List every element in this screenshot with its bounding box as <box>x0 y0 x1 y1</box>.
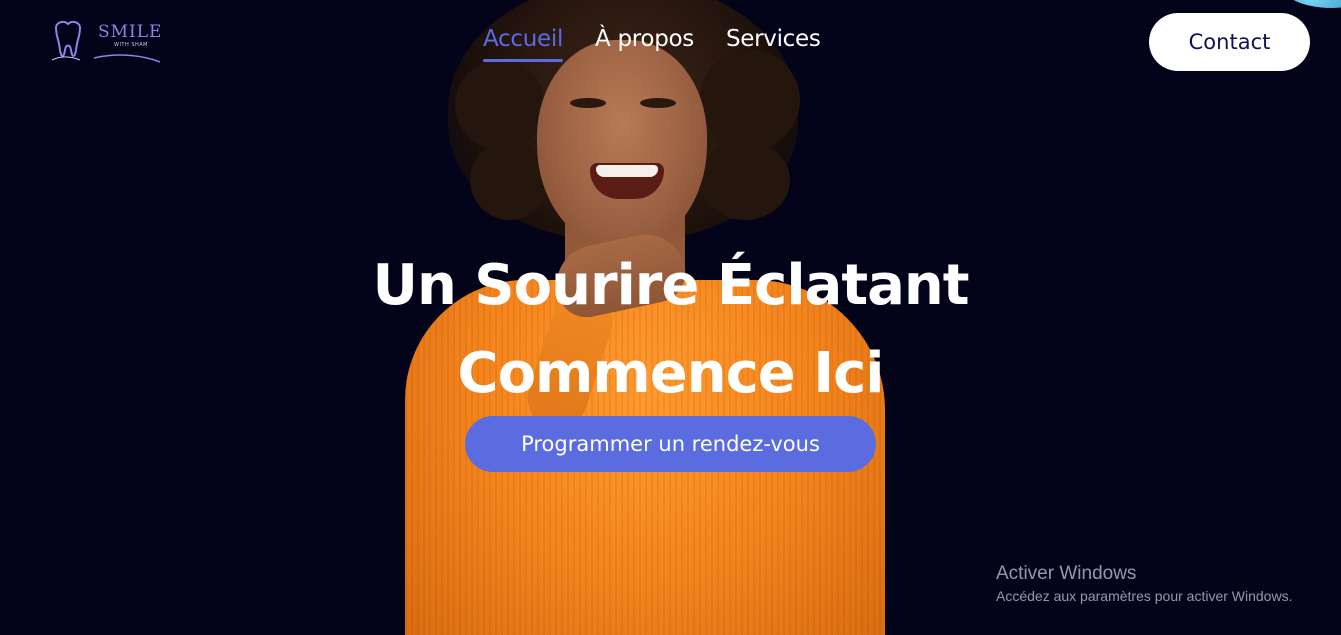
teeth <box>596 165 658 177</box>
right-eye <box>640 98 676 108</box>
logo-wordmark: SMILE <box>98 22 163 42</box>
hero-title-line1: Un Sourire Éclatant <box>372 253 969 318</box>
windows-activation-title: Activer Windows <box>996 563 1137 584</box>
hair-curl <box>700 140 790 220</box>
main-nav: Accueil À propos Services <box>483 26 821 62</box>
logo-tagline: WITH SHAM <box>114 42 148 48</box>
hair-curl <box>700 50 800 150</box>
hero-title: Un Sourire Éclatant Commence Ici <box>300 242 1041 418</box>
nav-link-services[interactable]: Services <box>726 26 821 62</box>
contact-button[interactable]: Contact <box>1149 13 1310 71</box>
nav-link-accueil[interactable]: Accueil <box>483 26 563 62</box>
face-shape <box>537 40 707 250</box>
book-appointment-button[interactable]: Programmer un rendez-vous <box>465 416 876 472</box>
hair-curl <box>455 60 545 150</box>
nav-link-a-propos[interactable]: À propos <box>595 26 694 62</box>
left-eye <box>570 98 606 108</box>
page: SMILE WITH SHAM Accueil À propos Service… <box>0 0 1341 635</box>
hero-title-line2: Commence Ici <box>457 341 884 406</box>
windows-activation-subtitle: Accédez aux paramètres pour activer Wind… <box>996 588 1293 604</box>
